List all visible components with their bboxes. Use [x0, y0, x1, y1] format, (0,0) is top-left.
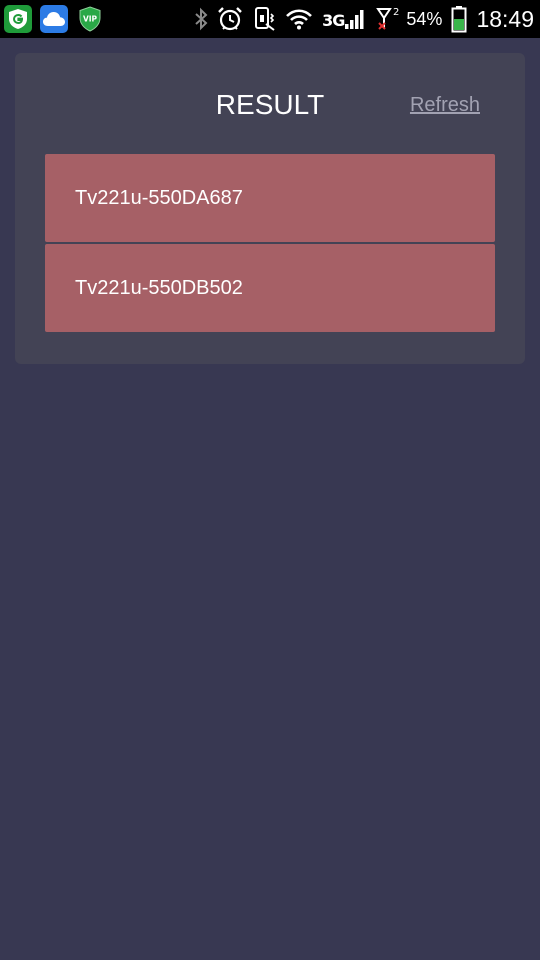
signal-icon: 3G — [322, 8, 366, 30]
battery-level-fill — [454, 19, 465, 30]
vibrate-icon — [252, 6, 276, 32]
result-item-label: Tv221u-550DA687 — [75, 186, 243, 209]
result-list: Tv221u-550DA687 Tv221u-550DB502 — [45, 154, 495, 334]
bluetooth-icon — [194, 7, 208, 31]
cloud-icon — [40, 5, 68, 33]
result-item[interactable]: Tv221u-550DB502 — [45, 244, 495, 332]
alarm-clock-icon — [217, 6, 243, 32]
sim2-label: 2 — [393, 7, 400, 18]
result-item[interactable]: Tv221u-550DA687 — [45, 154, 495, 242]
result-card: RESULT Refresh Tv221u-550DA687 Tv221u-55… — [15, 53, 525, 364]
battery-icon — [451, 5, 467, 33]
sim2-no-signal-icon: 2 — [375, 6, 400, 32]
vip-shield-icon: VIP — [76, 5, 104, 33]
g-shield-icon — [4, 5, 32, 33]
battery-percent: 54% — [406, 8, 443, 29]
system-status-area: 3G 2 54% 18:49 — [194, 0, 534, 38]
svg-text:VIP: VIP — [83, 15, 98, 24]
network-type-label: 3G — [322, 11, 345, 30]
status-bar: VIP 3G 2 54% 18:49 — [0, 0, 540, 38]
clock: 18:49 — [476, 5, 534, 32]
result-item-label: Tv221u-550DB502 — [75, 276, 243, 299]
notification-area: VIP — [4, 5, 104, 33]
wifi-icon — [285, 8, 313, 30]
refresh-button[interactable]: Refresh — [410, 93, 480, 117]
